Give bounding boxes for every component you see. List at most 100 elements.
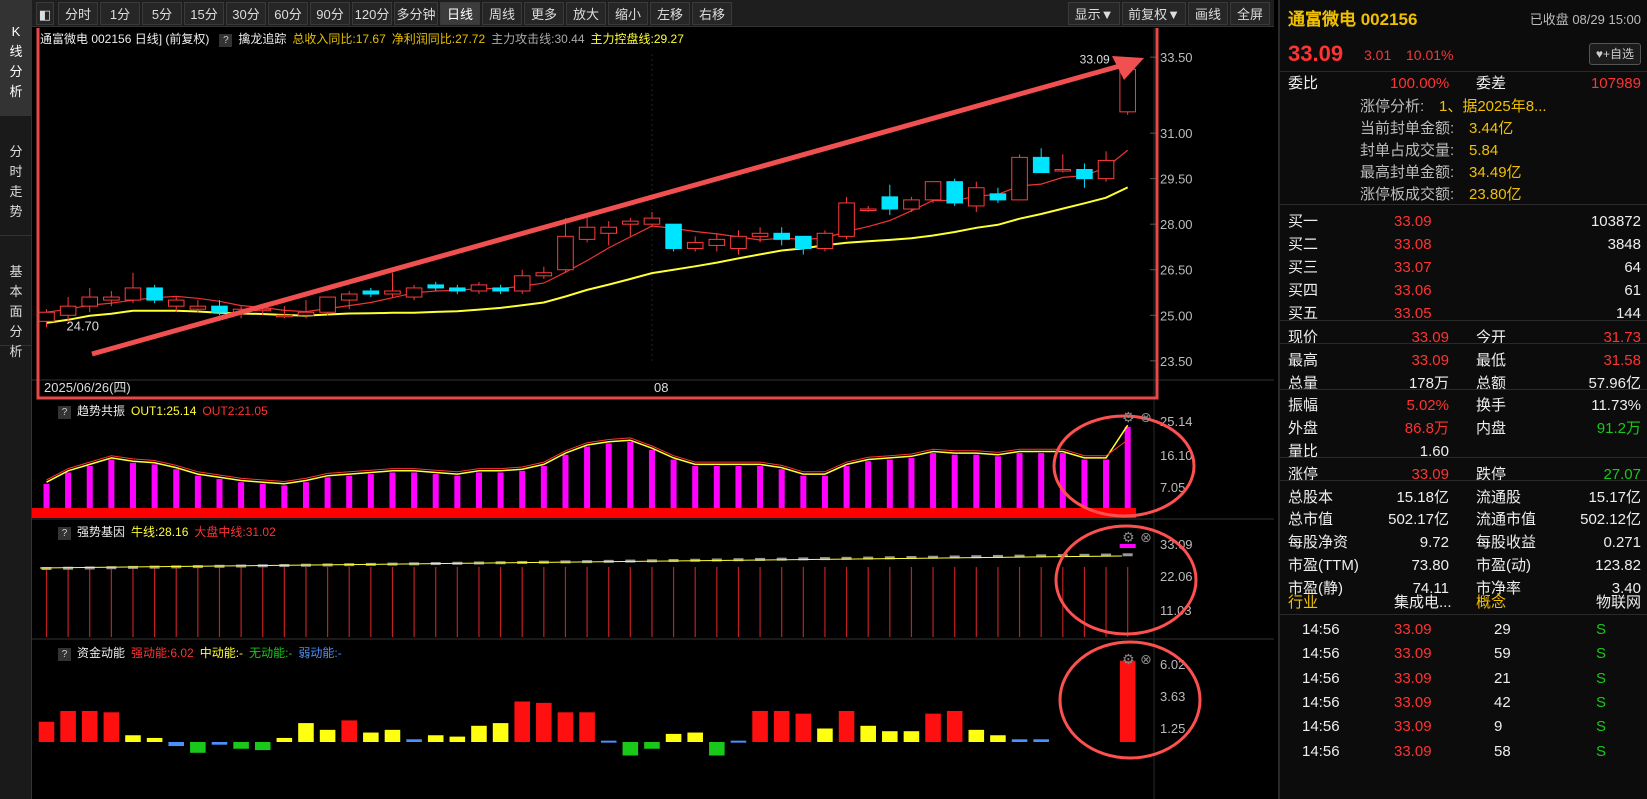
trade-tick-row: 14:56 33.09 21 S [1280,667,1647,691]
candle-body [492,287,509,292]
candle-body [103,296,120,301]
candle-body [340,293,358,301]
toolbar-button-1[interactable]: 1分 [100,2,140,25]
tick-volume: 59 [1494,645,1511,663]
stat-value: 9.72 [1419,534,1449,552]
trend-panel-name: 趋势共振 [77,404,126,418]
toolbar-button-0[interactable]: 分时 [58,2,98,25]
help-icon[interactable]: ? [58,406,71,419]
left-tab-label: K线分析 [9,24,23,99]
trend-bar [540,466,547,508]
help-icon[interactable]: ? [219,34,233,47]
candle-body [1076,169,1093,180]
fund-bar [817,728,833,742]
tick-time: 14:56 [1302,621,1340,638]
limit-info-key: 涨停分析: [1360,98,1425,115]
main-panel-title: 通富微电 002156 日线] (前复权)? 擒龙追踪 总收入同比:17.67 净利润… [40,30,696,47]
stat-value: 178万 [1408,374,1449,392]
left-tab-bar: K线分析分时走势 基本面分析 [0,0,32,799]
industry-value[interactable]: 集成电... [1394,591,1452,615]
gene-panel-name: 强势基因 [77,525,126,539]
fund-bar [471,725,487,742]
stat-key: 每股净资 [1288,534,1349,552]
toolbar-button-3[interactable]: 15分 [184,2,224,25]
candle-body [557,235,574,271]
weicha-label: 委差 [1476,75,1507,92]
toolbar-button-8[interactable]: 多分钟 [394,2,438,25]
candle-body [924,181,942,201]
toolbar-right-button-3[interactable]: 全屏 [1230,2,1270,25]
left-tab-2[interactable]: 基本面分析 [0,236,32,359]
candle-body [449,287,466,292]
candle-body [1032,156,1050,174]
fund-bar [752,710,768,742]
tick-side: S [1596,718,1607,736]
bid-row: 买四 33.06 61 [1280,279,1647,303]
trend-bar [302,482,309,508]
left-tab-0[interactable]: K线分析 [0,0,32,116]
help-icon[interactable]: ? [58,527,71,540]
candle-body [708,238,726,246]
fund-bar [903,731,920,742]
stat-row: 涨停 33.09 跌停 27.07 [1280,463,1647,487]
indicator-value: 总收入同比:17.67 [292,32,386,46]
toolbar-button-4[interactable]: 30分 [226,2,266,25]
help-icon[interactable]: ? [58,648,71,661]
candle-body [276,314,293,318]
stat-value: 15.18亿 [1396,488,1449,506]
toolbar-right-button-2[interactable]: 画线 [1188,2,1228,25]
candle-body [513,275,531,292]
trend-bar [238,482,245,508]
fund-panel-title: ? 资金动能 强动能:6.02 中动能:- 无动能:- 弱动能:- [54,644,354,661]
stat-row: 每股净资 9.72 每股收益 0.271 [1280,531,1647,555]
kline-chart-area[interactable]: 33.50 31.00 29.50 28.00 26.50 25.00 23.50 24.70… [32,28,1274,799]
toolbar-button-14[interactable]: 左移 [650,2,690,25]
add-favorite-button[interactable]: ♥+自选 [1588,43,1641,65]
start-date-label: 2025/06/26(四) [44,380,131,395]
toolbar-button-15[interactable]: 右移 [692,2,732,25]
toolbar-button-9[interactable]: 日线 [440,2,480,25]
stat-row: 总量 178万 总额 57.96亿 [1280,372,1647,396]
left-tab-1[interactable]: 分时走势 [0,116,32,236]
trend-bar [930,453,937,508]
limit-info-row: 涨停板成交额: 23.80亿 [1280,184,1647,206]
collapse-panel-icon[interactable]: ◧ [36,2,54,25]
stat-value: 31.73 [1603,329,1641,346]
bid-volume: 64 [1624,259,1641,276]
toolbar-button-7[interactable]: 120分 [352,2,392,25]
limit-info-value: 34.49亿 [1469,164,1522,181]
concept-value[interactable]: 物联网 [1596,591,1641,615]
candle-body [622,220,639,225]
toolbar-button-6[interactable]: 90分 [310,2,350,25]
stat-key: 流通股 [1476,488,1522,506]
fund-bar [125,735,141,742]
candle-body [189,305,207,310]
stat-value: 502.12亿 [1580,511,1641,529]
price-tick-label: 25.00 [1160,308,1193,323]
stat-row: 现价 33.09 今开 31.73 [1280,326,1647,350]
stat-key: 外盘 [1288,420,1319,438]
fund-bar [103,712,120,742]
toolbar-button-2[interactable]: 5分 [142,2,182,25]
gear-icon: ⚙ [1122,410,1135,426]
toolbar-button-5[interactable]: 60分 [268,2,308,25]
fund-bar [968,729,985,742]
price-tick-label: 26.50 [1160,263,1193,278]
toolbar-right-button-0[interactable]: 显示▼ [1068,2,1120,25]
toolbar-button-10[interactable]: 周线 [482,2,522,25]
stat-key: 每股收益 [1476,534,1537,552]
stat-row: 总股本 15.18亿 流通股 15.17亿 [1280,486,1647,510]
stat-value: 27.07 [1603,465,1641,483]
toolbar-right-button-1[interactable]: 前复权▼ [1122,2,1186,25]
toolbar-button-13[interactable]: 缩小 [608,2,648,25]
candle-body [730,235,747,249]
toolbar-button-11[interactable]: 更多▼ [524,2,564,45]
trend-bar [562,454,569,508]
tick-side: S [1596,693,1607,711]
fund-bar [38,721,55,742]
stat-row: 量比 1.60 [1280,440,1647,464]
price-tick-label: 23.50 [1160,354,1193,369]
toolbar-button-12[interactable]: 放大 [566,2,606,25]
tick-side: S [1596,645,1607,663]
stat-value: 502.17亿 [1388,511,1449,529]
